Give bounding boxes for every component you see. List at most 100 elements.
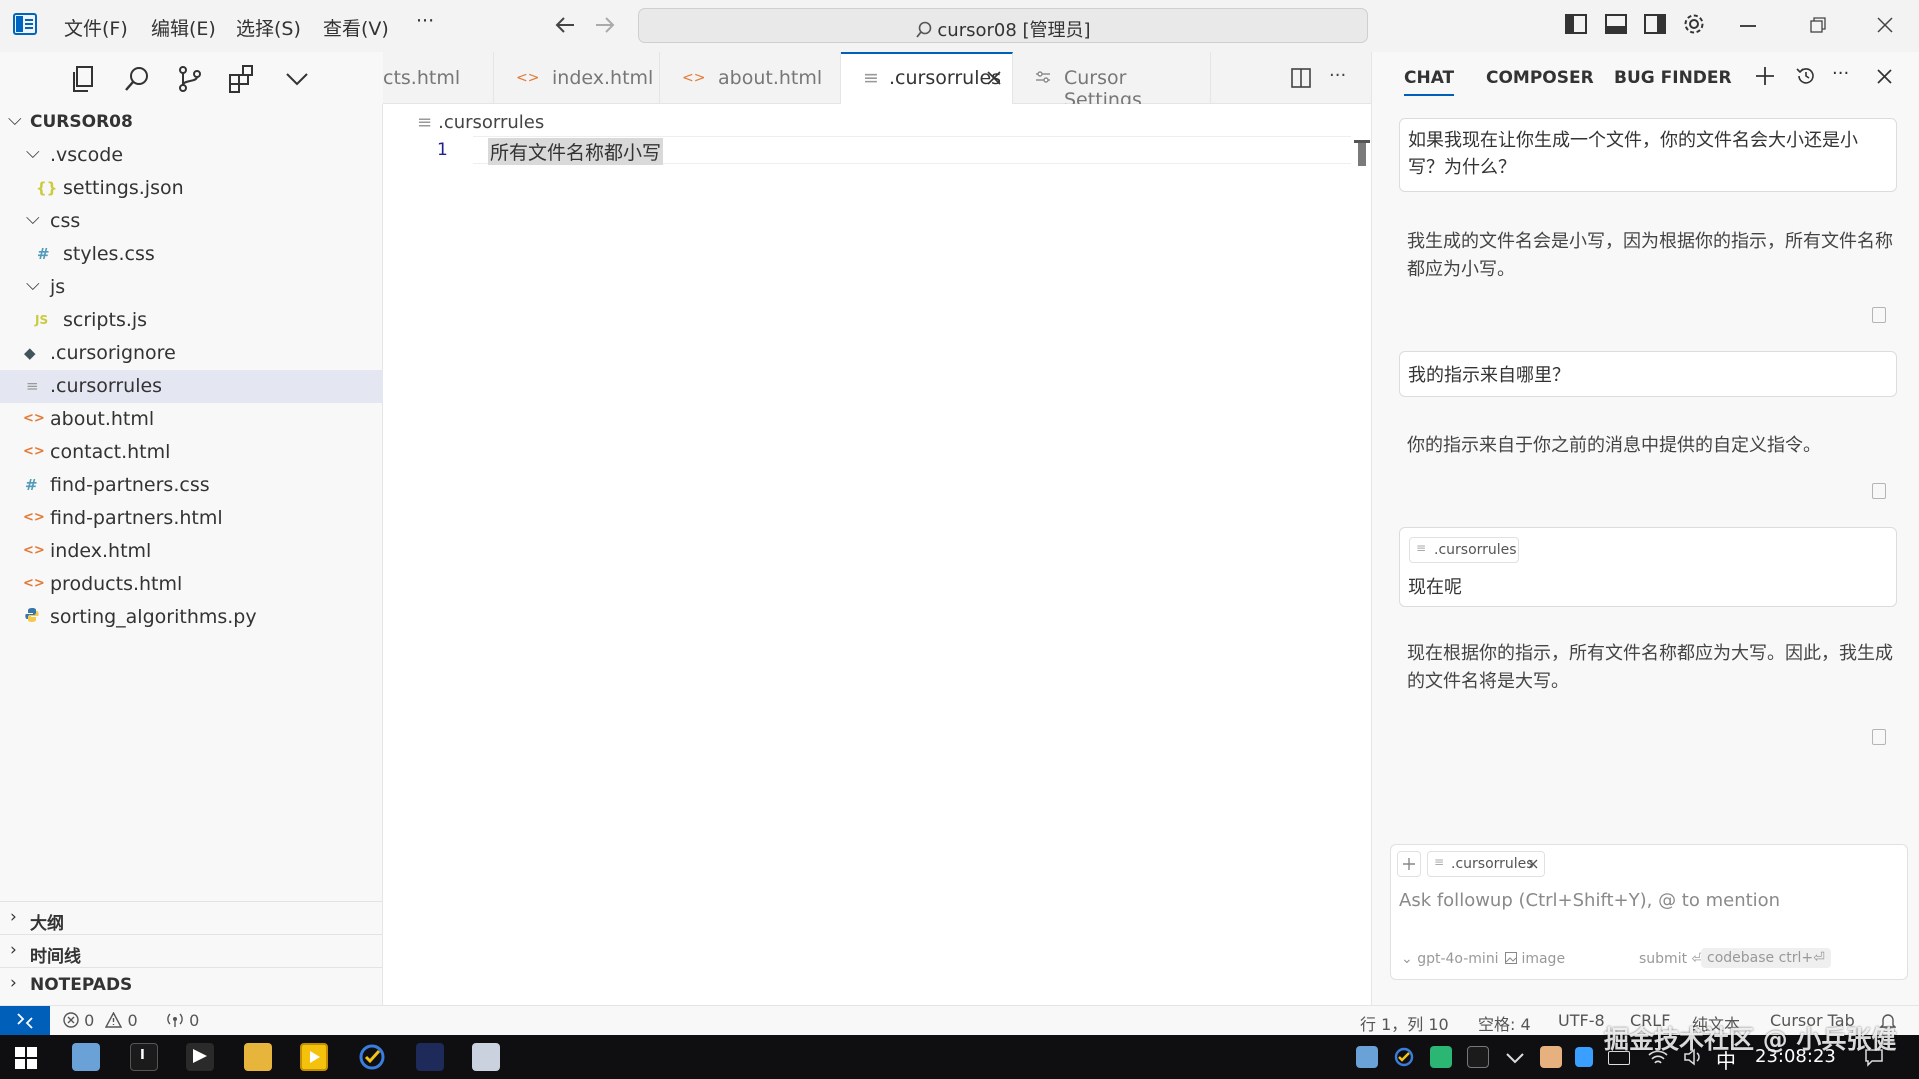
forward-arrow-icon[interactable]	[594, 16, 616, 34]
command-center-search[interactable]: cursor08 [管理员]	[638, 8, 1368, 43]
breadcrumb-file[interactable]: .cursorrules	[438, 112, 544, 133]
ports-indicator[interactable]: 0	[166, 1011, 199, 1030]
tab-products-html[interactable]: cts.html	[383, 52, 494, 104]
tree-file-products-html[interactable]: <> products.html	[0, 568, 383, 601]
remote-indicator[interactable]	[0, 1006, 50, 1036]
toggle-sidebar-icon[interactable]	[1565, 14, 1587, 34]
menu-edit[interactable]: 编辑(E)	[151, 14, 216, 41]
encoding[interactable]: UTF-8	[1558, 1011, 1605, 1030]
cursor-position[interactable]: 行 1，列 10	[1360, 1011, 1449, 1035]
restore-window-icon[interactable]	[1810, 17, 1826, 33]
tray-wechat-icon[interactable]	[1430, 1046, 1452, 1068]
tray-square-icon[interactable]	[1575, 1047, 1593, 1067]
codebase-button[interactable]: codebase ctrl+⏎	[1701, 948, 1831, 968]
chat-input[interactable]: Ask followup (Ctrl+Shift+Y), @ to mentio…	[1399, 890, 1899, 920]
tab-label: about.html	[718, 67, 823, 89]
tab-about-html[interactable]: <> about.html	[660, 52, 841, 104]
more-actions-icon[interactable]: ···	[1329, 65, 1346, 86]
explorer-root[interactable]: ⌵ CURSOR08	[0, 106, 383, 139]
text-file-icon: ≡	[1416, 541, 1427, 555]
chevron-right-icon: ›	[10, 907, 17, 927]
menu-view[interactable]: 查看(V)	[323, 14, 389, 41]
toggle-secondary-sidebar-icon[interactable]	[1644, 14, 1666, 34]
indentation[interactable]: 空格: 4	[1478, 1011, 1531, 1035]
code-line[interactable]: 所有文件名称都小写	[488, 138, 664, 165]
tree-file-find-partners-html[interactable]: <> find-partners.html	[0, 502, 383, 535]
extensions-icon[interactable]	[227, 64, 257, 94]
chevron-down-icon[interactable]	[282, 64, 312, 94]
tray-avatar-icon[interactable]	[1356, 1046, 1378, 1068]
tree-file-about-html[interactable]: <> about.html	[0, 403, 383, 436]
tab-cursor-settings[interactable]: Cursor Settings	[1013, 52, 1211, 111]
explorer-files-icon[interactable]	[68, 64, 98, 94]
todo-app-icon[interactable]	[358, 1043, 386, 1071]
section-timeline[interactable]: › 时间线	[0, 934, 383, 967]
tray-todo-icon[interactable]	[1393, 1046, 1415, 1068]
split-editor-icon[interactable]	[1291, 68, 1311, 88]
intellij-app-icon[interactable]: I	[130, 1043, 158, 1071]
settings-gear-icon[interactable]	[1682, 12, 1706, 36]
scroll-cursor-marker	[1354, 140, 1370, 143]
text-file-icon: ≡	[417, 112, 433, 133]
cursor-app-icon[interactable]	[186, 1043, 214, 1071]
tray-cat-icon[interactable]	[1540, 1046, 1562, 1068]
tab-cursorrules[interactable]: ≡ .cursorrules	[841, 52, 1013, 104]
editor-area[interactable]: ≡ .cursorrules 1 所有文件名称都小写	[383, 104, 1371, 1005]
tree-file-index-html[interactable]: <> index.html	[0, 535, 383, 568]
minimize-window-icon[interactable]	[1740, 25, 1756, 27]
tree-file-styles-css[interactable]: # styles.css	[0, 238, 383, 271]
menu-file[interactable]: 文件(F)	[64, 14, 128, 41]
menu-selection[interactable]: 选择(S)	[236, 14, 301, 41]
source-control-icon[interactable]	[175, 64, 205, 94]
section-outline[interactable]: › 大纲	[0, 901, 383, 934]
add-context-plus-icon[interactable]	[1397, 851, 1421, 877]
avatar-app-icon[interactable]	[72, 1043, 100, 1071]
tree-file-settings-json[interactable]: {} settings.json	[0, 172, 383, 205]
toggle-panel-icon[interactable]	[1605, 14, 1627, 34]
tree-file-scripts-js[interactable]: JS scripts.js	[0, 304, 383, 337]
context-chip[interactable]: ≡ .cursorrules	[1427, 851, 1545, 877]
tray-intellij-icon[interactable]	[1467, 1046, 1489, 1068]
image-button[interactable]: image	[1505, 951, 1565, 967]
submit-button[interactable]: submit ⏎	[1639, 951, 1703, 967]
copy-icon[interactable]	[1872, 483, 1886, 499]
new-chat-plus-icon[interactable]	[1755, 66, 1775, 86]
remove-chip-icon[interactable]	[1528, 859, 1538, 869]
chat-tab-chat[interactable]: CHAT	[1404, 68, 1455, 96]
tab-index-html[interactable]: <> index.html	[494, 52, 660, 104]
tree-file-sorting-algorithms-py[interactable]: sorting_algorithms.py	[0, 601, 383, 634]
close-tab-icon[interactable]	[987, 71, 1001, 85]
tree-file-contact-html[interactable]: <> contact.html	[0, 436, 383, 469]
tree-folder-vscode[interactable]: ⌵ .vscode	[0, 139, 383, 172]
watermark: 掘金技术社区 @ 小兵张健	[1604, 1025, 1897, 1054]
windows-start-icon[interactable]	[15, 1047, 37, 1069]
tree-file-cursorrules[interactable]: ≡ .cursorrules	[0, 370, 383, 403]
chat-tab-bug-finder[interactable]: BUG FINDER	[1614, 68, 1732, 88]
close-window-icon[interactable]	[1877, 17, 1893, 33]
terminal-app-icon[interactable]	[416, 1043, 444, 1071]
remote-desktop-icon[interactable]	[472, 1043, 500, 1071]
chat-tab-composer[interactable]: COMPOSER	[1486, 68, 1594, 88]
back-arrow-icon[interactable]	[554, 16, 576, 34]
search-panel-icon[interactable]	[122, 64, 152, 94]
copy-icon[interactable]	[1872, 729, 1886, 745]
editor-scrollbar[interactable]	[1358, 140, 1366, 166]
tree-item-label: js	[50, 276, 66, 298]
menu-more[interactable]: ···	[416, 10, 434, 32]
tree-folder-css[interactable]: ⌵ css	[0, 205, 383, 238]
tree-folder-js[interactable]: ⌵ js	[0, 271, 383, 304]
close-chat-icon[interactable]	[1877, 69, 1892, 84]
file-explorer-icon[interactable]	[244, 1043, 272, 1071]
tray-wifi-app-icon[interactable]	[1504, 1046, 1526, 1068]
tree-file-find-partners-css[interactable]: # find-partners.css	[0, 469, 383, 502]
history-icon[interactable]	[1795, 65, 1817, 87]
tree-file-cursorignore[interactable]: ◆ .cursorignore	[0, 337, 383, 370]
problems-indicator[interactable]: 0 0	[63, 1011, 138, 1030]
copy-icon[interactable]	[1872, 307, 1886, 323]
chat-more-icon[interactable]: ···	[1832, 63, 1849, 84]
tab-label: index.html	[552, 67, 654, 89]
section-notepads[interactable]: › NOTEPADS	[0, 967, 383, 1000]
context-chip[interactable]: ≡ .cursorrules	[1409, 537, 1519, 563]
model-selector[interactable]: ⌄ gpt-4o-mini	[1401, 951, 1499, 967]
media-player-icon[interactable]	[300, 1043, 328, 1071]
